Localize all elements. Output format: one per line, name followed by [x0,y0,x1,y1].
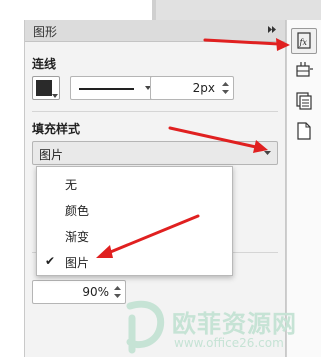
annotation-arrow [96,214,200,258]
annotation-arrows [96,38,290,258]
annotation-arrow [203,38,290,51]
annotation-arrow [168,126,268,153]
